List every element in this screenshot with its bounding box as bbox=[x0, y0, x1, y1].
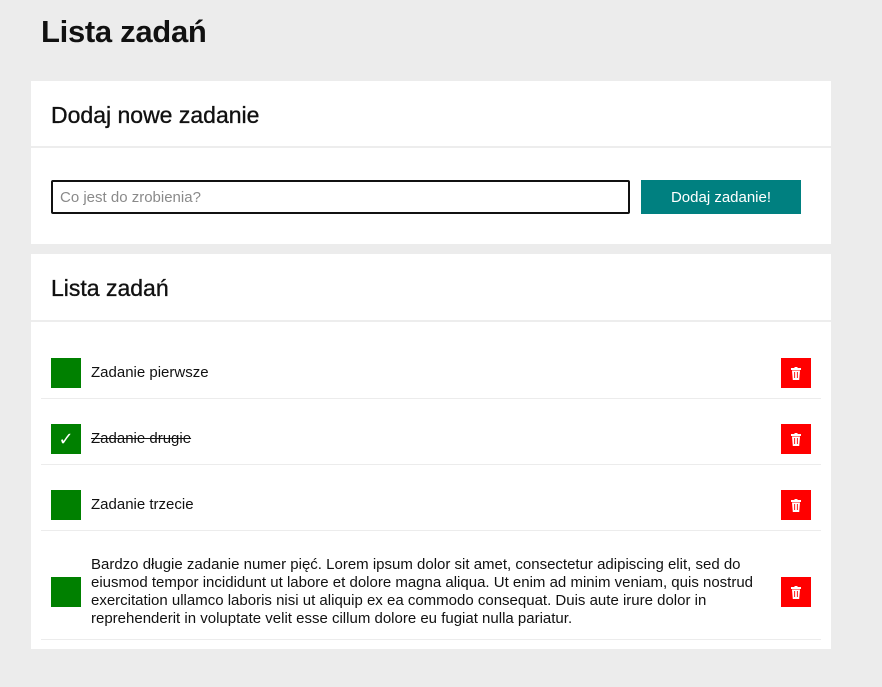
trash-icon bbox=[791, 498, 801, 512]
task-list-heading: Lista zadań bbox=[51, 275, 169, 301]
add-task-card: Dodaj nowe zadanie Dodaj zadanie! bbox=[31, 81, 831, 244]
task-text-2: Zadanie drugie bbox=[91, 430, 192, 447]
add-task-heading: Dodaj nowe zadanie bbox=[51, 102, 260, 128]
page-title: Lista zadań bbox=[41, 14, 207, 49]
task-list-header: Lista zadań bbox=[31, 254, 831, 322]
task-checkbox-4[interactable] bbox=[51, 577, 81, 607]
task-checkbox-3[interactable] bbox=[51, 490, 81, 520]
trash-icon bbox=[791, 432, 801, 446]
check-icon: ✓ bbox=[58, 429, 74, 449]
task-row: Zadanie trzecie bbox=[41, 465, 821, 531]
add-task-header: Dodaj nowe zadanie bbox=[31, 81, 831, 148]
task-checkbox-2[interactable]: ✓ bbox=[51, 424, 81, 454]
task-row: ✓ Zadanie drugie bbox=[41, 399, 821, 465]
delete-task-button-2[interactable] bbox=[781, 424, 811, 454]
trash-icon bbox=[791, 366, 801, 380]
new-task-input[interactable] bbox=[51, 180, 630, 214]
task-text-1: Zadanie pierwsze bbox=[91, 364, 209, 381]
delete-task-button-1[interactable] bbox=[781, 358, 811, 388]
task-list: Zadanie pierwsze ✓ Zadanie drugie Zadani… bbox=[41, 322, 821, 640]
delete-task-button-4[interactable] bbox=[781, 577, 811, 607]
task-row: Bardzo długie zadanie numer pięć. Lorem … bbox=[41, 531, 821, 640]
task-checkbox-1[interactable] bbox=[51, 358, 81, 388]
task-list-card: Lista zadań Zadanie pierwsze ✓ Zadanie d… bbox=[31, 254, 831, 649]
delete-task-button-3[interactable] bbox=[781, 490, 811, 520]
task-text-4: Bardzo długie zadanie numer pięć. Lorem … bbox=[91, 556, 754, 627]
trash-icon bbox=[791, 585, 801, 599]
task-row: Zadanie pierwsze bbox=[41, 322, 821, 399]
task-text-3: Zadanie trzecie bbox=[91, 496, 194, 513]
add-task-button[interactable]: Dodaj zadanie! bbox=[641, 180, 801, 214]
